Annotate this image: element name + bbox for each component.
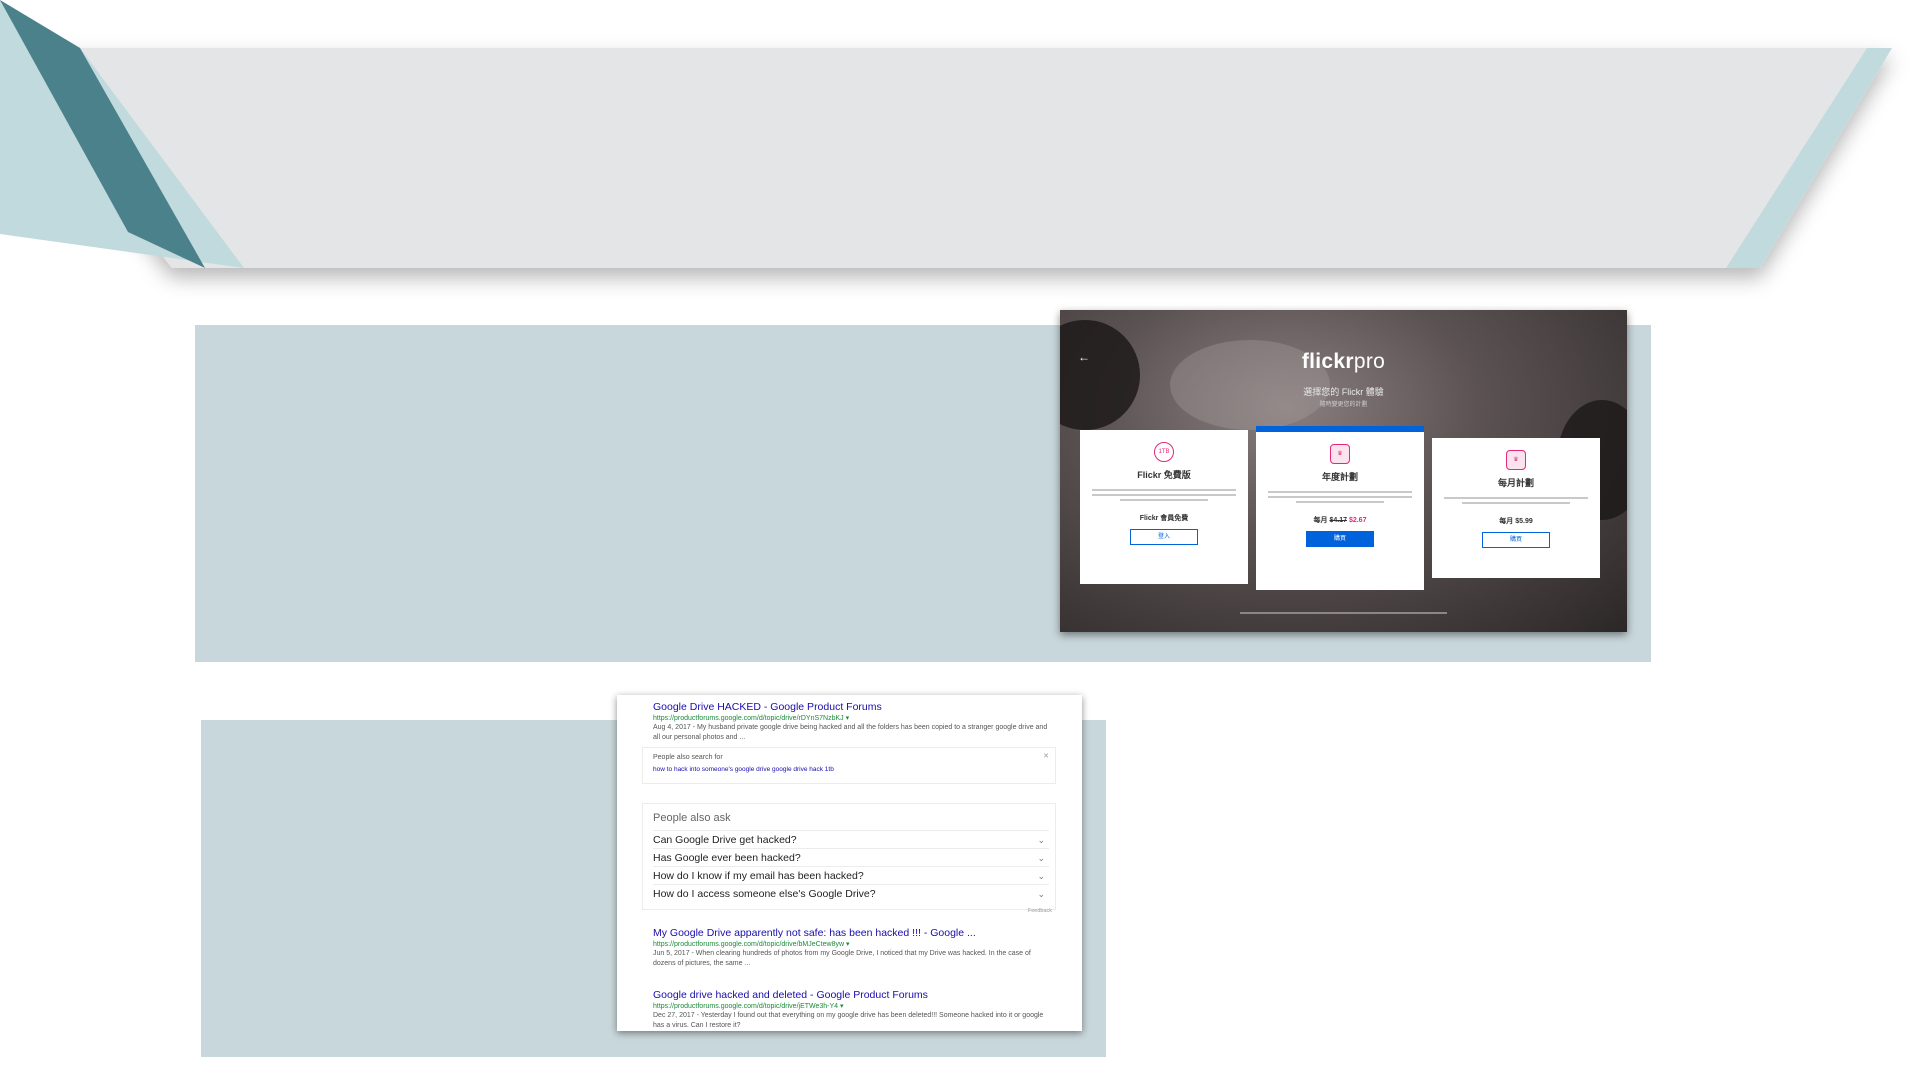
- flickr-subtitle: 選擇您的 Flickr 體驗: [1303, 387, 1384, 397]
- flickr-pro-logo: flickrpro: [1301, 350, 1386, 373]
- plan-price: 每月 $5.99: [1499, 518, 1533, 525]
- result-title-link[interactable]: Google drive hacked and deleted - Google…: [653, 989, 1048, 1001]
- crown-icon: ♛: [1330, 444, 1350, 464]
- google-search-screenshot: Google Drive HACKED - Google Product For…: [617, 695, 1082, 1031]
- crown-icon: ♛: [1506, 450, 1526, 470]
- feedback-link[interactable]: Feedback: [1028, 908, 1052, 914]
- people-also-ask-heading: People also ask: [653, 812, 731, 824]
- people-also-search-card: People also search for ✕ how to hack int…: [642, 747, 1056, 784]
- flickr-footer-text: [1240, 612, 1447, 614]
- search-result: Google Drive HACKED - Google Product For…: [653, 701, 1048, 743]
- result-title-link[interactable]: My Google Drive apparently not safe: has…: [653, 927, 1048, 939]
- question-item[interactable]: How do I access someone else's Google Dr…: [653, 884, 1049, 903]
- also-search-label: People also search for: [653, 754, 723, 761]
- plan-name: Flickr 免費版: [1137, 470, 1191, 480]
- plan-description: [1296, 501, 1384, 503]
- banner-band: [0, 48, 1892, 268]
- plan-name: 每月計劃: [1497, 478, 1534, 488]
- also-search-links[interactable]: how to hack into someone's google drive …: [653, 766, 834, 773]
- plan-card-annual: ♛ 年度計劃 每月 $4.17 $2.67 購買: [1256, 426, 1424, 590]
- question-item[interactable]: Has Google ever been hacked? ⌄: [653, 848, 1049, 867]
- plan-description: [1268, 496, 1412, 498]
- search-result: My Google Drive apparently not safe: has…: [653, 927, 1048, 969]
- chevron-down-icon: ⌄: [1037, 871, 1045, 881]
- storage-badge-icon: 1TB: [1154, 442, 1174, 462]
- question-item[interactable]: How do I know if my email has been hacke…: [653, 866, 1049, 885]
- login-button[interactable]: 登入: [1130, 529, 1198, 545]
- result-snippet: Jun 5, 2017 - When clearing hundreds of …: [653, 950, 1031, 967]
- result-url[interactable]: https://productforums.google.com/d/topic…: [653, 1002, 1048, 1010]
- plan-name: 年度計劃: [1321, 472, 1358, 482]
- plan-description: [1120, 499, 1208, 501]
- result-url[interactable]: https://productforums.google.com/d/topic…: [653, 940, 1048, 948]
- plan-price: 每月 $4.17 $2.67: [1313, 517, 1367, 524]
- header-banner: [0, 0, 1892, 268]
- close-icon[interactable]: ✕: [1043, 752, 1049, 760]
- flickr-subtitle-secondary: 隨時變更您的計劃: [1319, 402, 1368, 408]
- result-url[interactable]: https://productforums.google.com/d/topic…: [653, 714, 1048, 722]
- chevron-down-icon: ⌄: [1037, 889, 1045, 899]
- search-result: Google drive hacked and deleted - Google…: [653, 989, 1048, 1031]
- plan-description: [1092, 489, 1236, 491]
- plan-description: [1268, 491, 1412, 493]
- plan-description: [1462, 502, 1570, 504]
- result-snippet: Aug 4, 2017 - My husband private google …: [653, 724, 1048, 741]
- background-blur: [1060, 320, 1140, 430]
- buy-monthly-button[interactable]: 購買: [1482, 532, 1550, 548]
- result-title-link[interactable]: Google Drive HACKED - Google Product For…: [653, 701, 1048, 713]
- flickr-pro-screenshot: ← flickrpro 選擇您的 Flickr 體驗 隨時變更您的計劃 1TB …: [1060, 310, 1627, 632]
- buy-annual-button[interactable]: 購買: [1306, 531, 1374, 547]
- chevron-down-icon: ⌄: [1037, 835, 1045, 845]
- plan-card-free: 1TB Flickr 免費版 Flickr 會員免費 登入: [1080, 430, 1248, 584]
- people-also-ask-card: People also ask Can Google Drive get hac…: [642, 803, 1056, 910]
- plan-card-monthly: ♛ 每月計劃 每月 $5.99 購買: [1432, 438, 1600, 578]
- plan-price: Flickr 會員免費: [1139, 515, 1189, 522]
- plan-description: [1092, 494, 1236, 496]
- plan-description: [1444, 497, 1588, 499]
- result-snippet: Dec 27, 2017 - Yesterday I found out tha…: [653, 1012, 1044, 1029]
- chevron-down-icon: ⌄: [1037, 853, 1045, 863]
- question-item[interactable]: Can Google Drive get hacked? ⌄: [653, 830, 1049, 849]
